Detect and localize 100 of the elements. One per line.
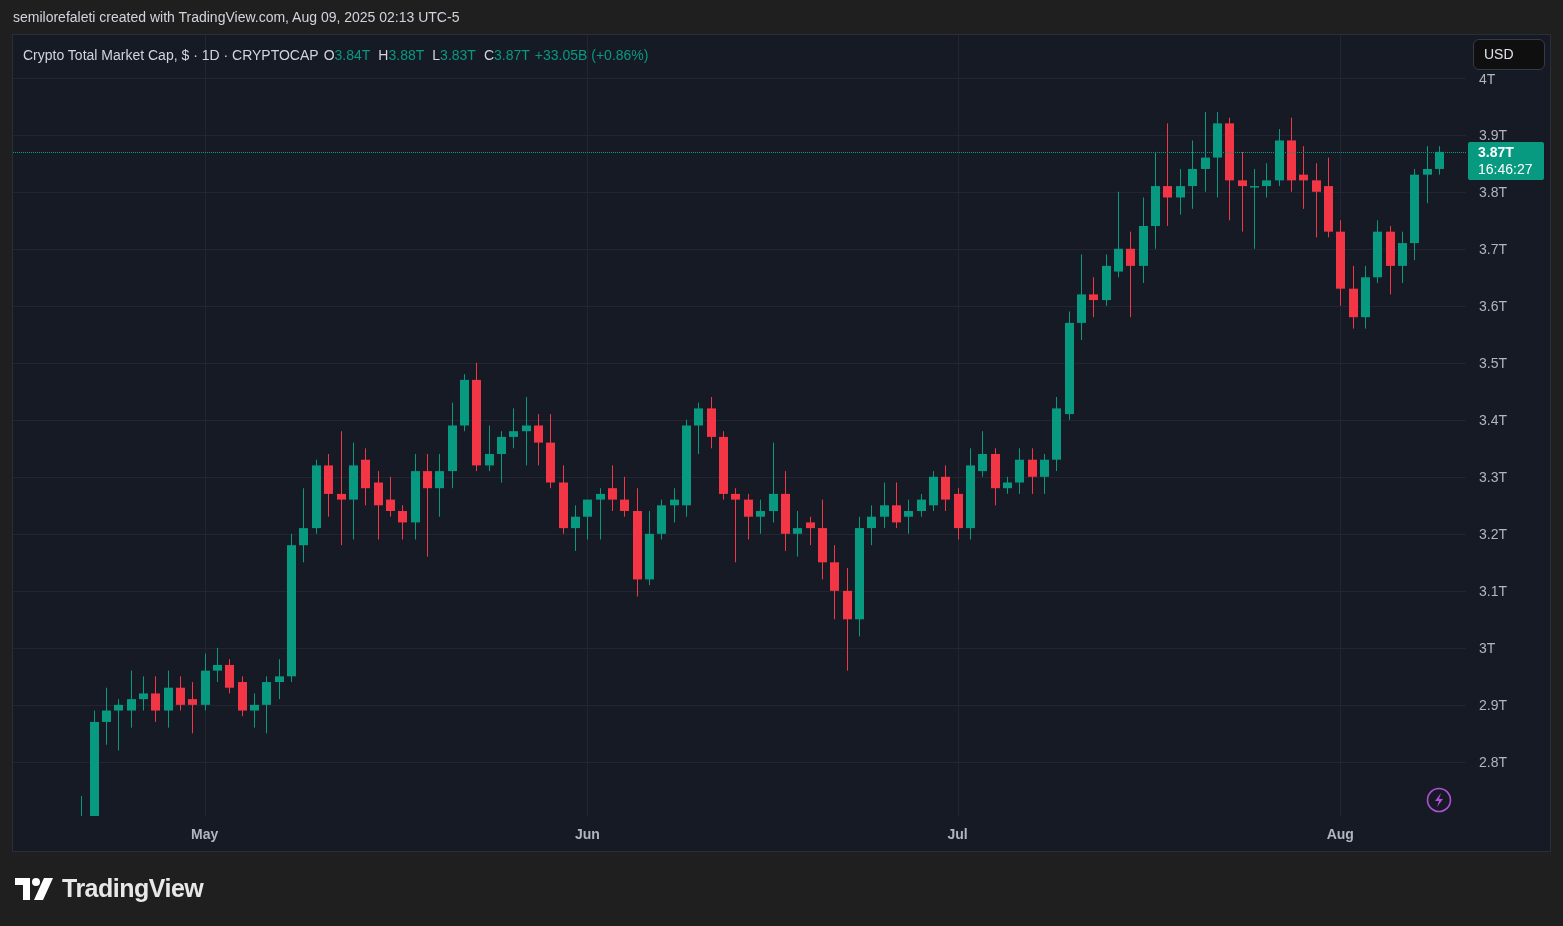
candlestick xyxy=(571,504,580,552)
candlestick xyxy=(1398,231,1407,284)
candlestick xyxy=(954,487,963,540)
candlestick xyxy=(374,470,383,540)
candlestick xyxy=(608,464,617,512)
time-axis-label: Jun xyxy=(574,825,600,844)
symbol-title: Crypto Total Market Cap, $ · 1D · CRYPTOCAP xyxy=(23,46,319,65)
candlestick xyxy=(1028,447,1037,495)
price-label: 3.87T 16:46:27 xyxy=(1468,141,1544,180)
price-axis-label: 3T xyxy=(1479,639,1496,656)
candlestick xyxy=(139,675,148,712)
currency-button[interactable]: USD xyxy=(1473,39,1545,70)
candlestick xyxy=(1262,162,1271,198)
brand-name: TradingView xyxy=(62,873,204,905)
candlestick xyxy=(188,681,197,734)
candlestick xyxy=(534,413,543,466)
candlestick xyxy=(892,482,901,529)
candlestick xyxy=(559,464,568,535)
candlestick xyxy=(238,675,247,717)
candlestick xyxy=(1349,265,1358,330)
candlestick xyxy=(324,453,333,518)
candlestick xyxy=(1040,453,1049,495)
candlestick xyxy=(917,493,926,518)
ohlc-value: H3.88T xyxy=(378,46,425,65)
candlestick xyxy=(1423,145,1432,204)
candlestick xyxy=(1361,265,1370,330)
candlestick xyxy=(102,687,111,746)
price-axis-label: 3.8T xyxy=(1479,183,1507,200)
candlestick xyxy=(670,487,679,523)
candlestick xyxy=(1373,219,1382,284)
price-axis-label: 3.4T xyxy=(1479,411,1507,428)
candlestick xyxy=(793,510,802,558)
candlestick xyxy=(1102,254,1111,307)
candlestick xyxy=(1003,476,1012,495)
candlestick xyxy=(114,698,123,751)
candlestick xyxy=(386,476,395,518)
time-axis-label: May xyxy=(191,825,219,844)
candlestick xyxy=(867,504,876,546)
price-axis-label: 3.9T xyxy=(1479,126,1507,143)
candlestick xyxy=(497,430,506,483)
candlestick xyxy=(127,670,136,729)
candlestick xyxy=(657,499,666,540)
candlestick xyxy=(929,470,938,512)
candlestick xyxy=(1089,276,1098,318)
candlestick xyxy=(522,396,531,466)
candlestick xyxy=(1435,145,1444,176)
candlestick xyxy=(262,675,271,734)
candlestick xyxy=(744,493,753,540)
candlestick xyxy=(1275,128,1284,187)
price-axis-label: 2.9T xyxy=(1479,696,1507,713)
candlestick xyxy=(806,516,815,546)
candlestick xyxy=(509,407,518,449)
ohlc-value: O3.84T xyxy=(323,46,371,65)
candlestick xyxy=(991,447,1000,506)
candlestick xyxy=(620,476,629,518)
attribution-text: semilorefaleti created with TradingView.com, Aug 09, 2025 02:13 UTC-5 xyxy=(13,7,460,27)
candlestick xyxy=(1176,168,1185,216)
candlestick xyxy=(1299,145,1308,210)
candlestick xyxy=(880,482,889,529)
candlestick xyxy=(213,647,222,683)
candlestick xyxy=(694,402,703,455)
ohlc-value: C3.87T xyxy=(483,46,530,65)
candlestick xyxy=(435,453,444,518)
candlestick xyxy=(719,430,728,501)
candlestick xyxy=(460,373,469,432)
lightning-icon[interactable] xyxy=(1426,787,1452,813)
candlestick xyxy=(978,430,987,478)
candlestick xyxy=(176,675,185,712)
ohlc-value: L3.83T xyxy=(432,46,476,65)
candlestick xyxy=(81,795,82,816)
candlestick xyxy=(707,396,716,449)
candlestick xyxy=(485,425,494,472)
candlestick xyxy=(904,499,913,535)
time-axis-label: Jul xyxy=(947,825,968,844)
candlestick xyxy=(225,658,234,694)
candlestick xyxy=(201,653,210,712)
candlestick xyxy=(275,658,284,700)
candlestick xyxy=(164,670,173,729)
candlestick xyxy=(1188,139,1197,210)
candlestick xyxy=(361,447,370,506)
price-axis-label: 3.2T xyxy=(1479,525,1507,542)
logo-icon xyxy=(15,878,55,900)
candlestick xyxy=(941,464,950,512)
candlestick xyxy=(583,499,592,540)
candlestick xyxy=(250,692,259,729)
price-axis-label: 4T xyxy=(1479,71,1496,87)
price-axis-label: 3.1T xyxy=(1479,582,1507,599)
candlestick xyxy=(756,499,765,535)
candlestick xyxy=(1386,225,1395,295)
candlestick xyxy=(1015,447,1024,495)
price-axis-label: 3.6T xyxy=(1479,297,1507,314)
price-axis-label: 3.7T xyxy=(1479,240,1507,257)
price-axis-label: 3.5T xyxy=(1479,354,1507,371)
candlestick xyxy=(398,504,407,540)
price-axis-label: 2.8T xyxy=(1479,753,1507,770)
time-axis-label: Aug xyxy=(1326,825,1354,844)
candlestick xyxy=(151,675,160,723)
change-value: +33.05B (+0.86%) xyxy=(534,46,649,65)
candlestick xyxy=(596,487,605,540)
price-axis-label: 3.3T xyxy=(1479,468,1507,485)
